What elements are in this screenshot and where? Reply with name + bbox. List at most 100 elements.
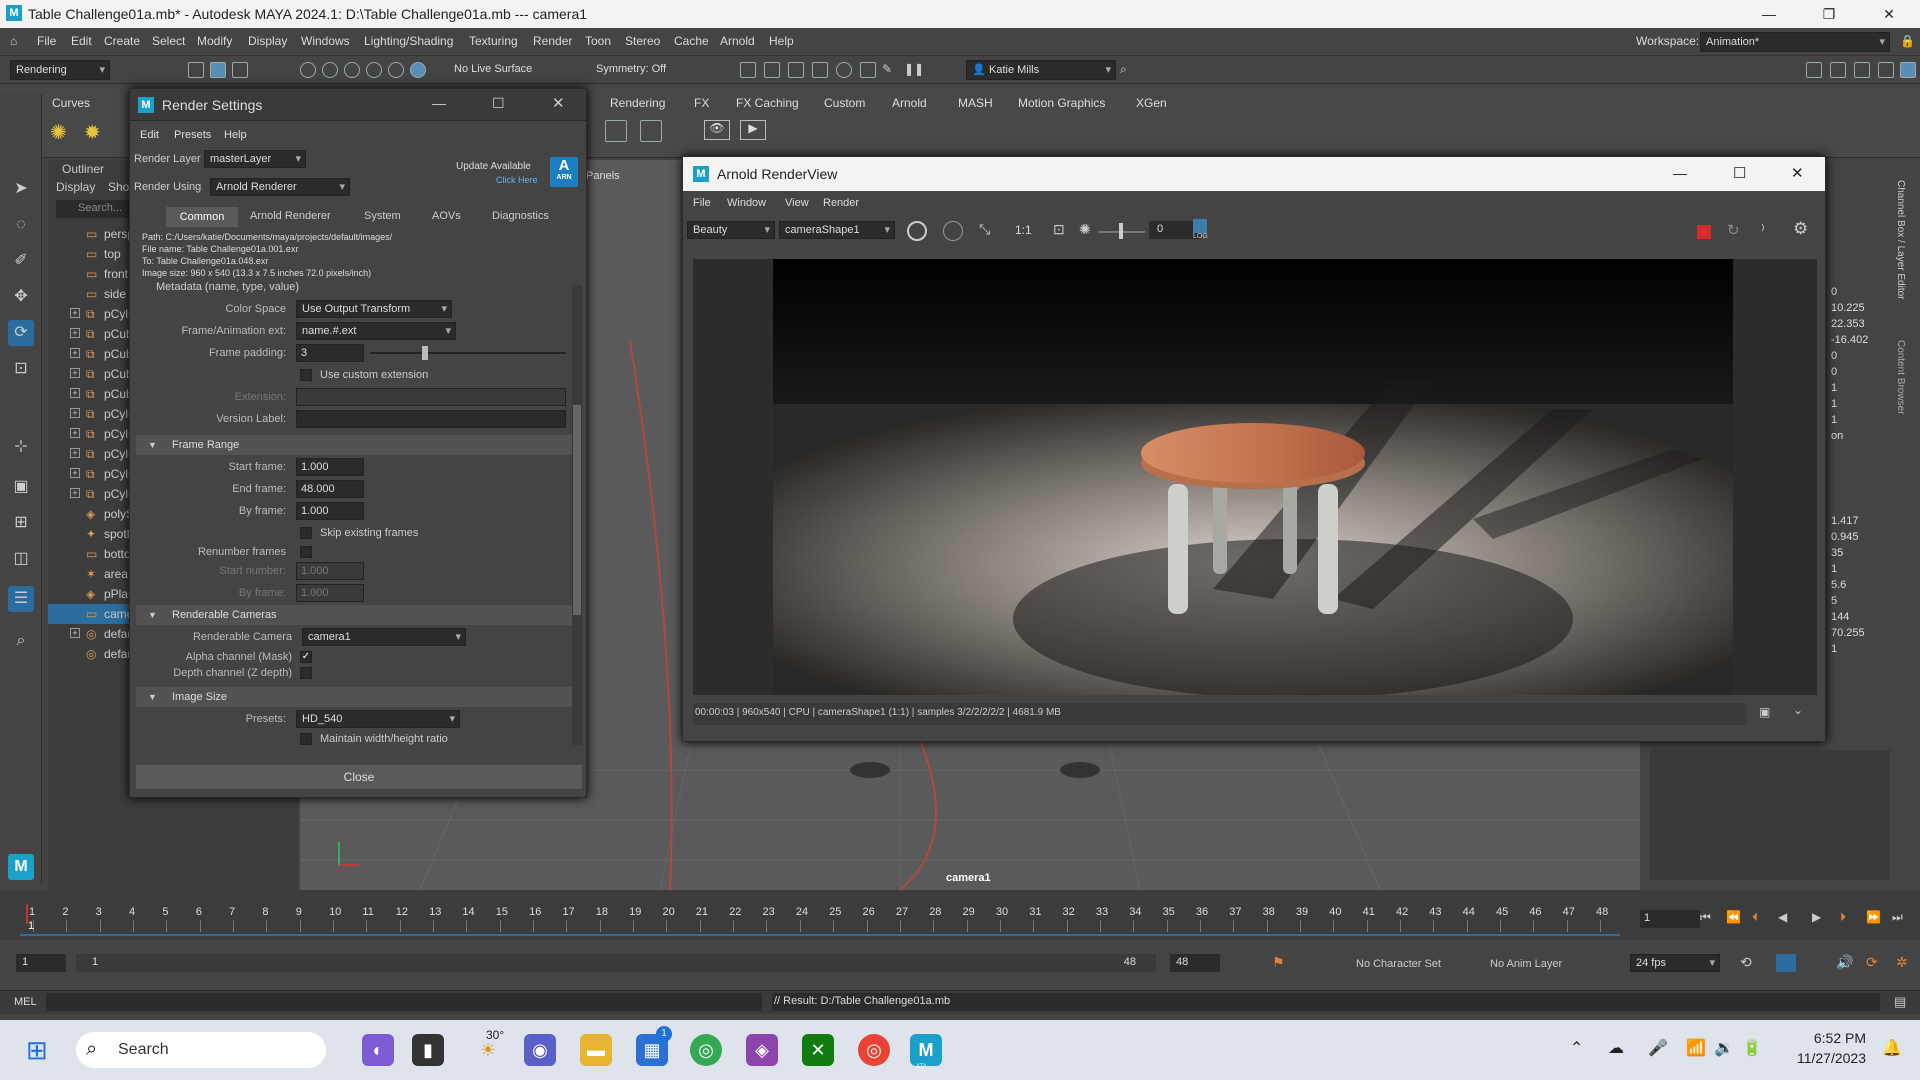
user-account-dropdown[interactable]: Katie Mills bbox=[966, 60, 1116, 80]
depth-channel-checkbox[interactable] bbox=[300, 667, 312, 679]
four-view-icon[interactable]: ⊞ bbox=[8, 510, 34, 536]
skip-existing-checkbox[interactable] bbox=[300, 527, 312, 539]
menu-file[interactable]: File bbox=[37, 34, 56, 48]
lock-icon[interactable]: 🔒 bbox=[1900, 34, 1915, 48]
last-tool-icon[interactable]: ⊹ bbox=[8, 434, 34, 460]
tab-diagnostics[interactable]: Diagnostics bbox=[492, 210, 549, 222]
paint-select-icon[interactable]: ✐ bbox=[8, 248, 34, 274]
menu-select[interactable]: Select bbox=[152, 34, 185, 48]
channel-value[interactable]: 5 bbox=[1831, 595, 1837, 607]
move-tool-icon[interactable]: ✥ bbox=[8, 284, 34, 310]
menuset-dropdown[interactable]: Rendering bbox=[10, 60, 110, 80]
menu-texturing[interactable]: Texturing bbox=[469, 34, 518, 48]
shelf-play-icon[interactable]: ▶ bbox=[740, 120, 766, 140]
menu-arnold[interactable]: Arnold bbox=[720, 34, 755, 48]
rgb-channel-icon[interactable] bbox=[943, 221, 963, 241]
fps-dropdown[interactable]: 24 fps bbox=[1630, 954, 1720, 972]
taskbar-chrome-profile-icon[interactable]: ◎ bbox=[858, 1034, 890, 1066]
fit-frame-icon[interactable]: ⊡ bbox=[1053, 221, 1065, 238]
shelf-tab-curves[interactable]: Curves bbox=[52, 96, 90, 110]
two-view-icon[interactable]: ◫ bbox=[8, 546, 34, 572]
shelf-tab-fx-caching[interactable]: FX Caching bbox=[736, 96, 799, 110]
channel-value[interactable]: 1.417 bbox=[1831, 515, 1859, 527]
channel-value[interactable]: 144 bbox=[1831, 611, 1849, 623]
channel-value[interactable]: 0 bbox=[1831, 286, 1837, 298]
taskbar-chrome-icon[interactable]: ◎ bbox=[690, 1034, 722, 1066]
update-click-here-link[interactable]: Click Here bbox=[496, 175, 538, 185]
taskbar-app2-icon[interactable]: ◈ bbox=[746, 1034, 778, 1066]
go-to-end-icon[interactable]: ⏭ bbox=[1892, 910, 1903, 925]
tray-battery-icon[interactable]: 🔋 bbox=[1742, 1038, 1762, 1058]
menu-render[interactable]: Render bbox=[533, 34, 572, 48]
maintain-ratio-checkbox[interactable] bbox=[300, 733, 312, 745]
menu-toon[interactable]: Toon bbox=[585, 34, 611, 48]
live-surface-label[interactable]: No Live Surface bbox=[454, 63, 532, 75]
sound-icon[interactable]: 🔊 bbox=[1836, 954, 1853, 971]
tab-aovs[interactable]: AOVs bbox=[432, 210, 461, 222]
range-start-field[interactable]: 1 bbox=[16, 954, 66, 972]
channel-value[interactable]: 1 bbox=[1831, 643, 1837, 655]
log-icon[interactable] bbox=[1193, 219, 1207, 233]
play-forward-icon[interactable]: ▶ bbox=[1812, 910, 1821, 924]
menu-help[interactable]: Help bbox=[769, 34, 794, 48]
range-end-field[interactable]: 48 bbox=[1170, 954, 1220, 972]
end-frame-field[interactable]: 48.000 bbox=[296, 480, 364, 498]
shelf-tab-custom[interactable]: Custom bbox=[824, 96, 865, 110]
arnold-update-badge[interactable]: A ARN bbox=[550, 157, 578, 187]
rs-minimize-button[interactable]: — bbox=[432, 95, 446, 111]
rs-scrollbar-thumb[interactable] bbox=[573, 405, 581, 615]
expand-chevron-icon[interactable]: ⌄ bbox=[1793, 703, 1803, 717]
rs-maximize-button[interactable]: ☐ bbox=[492, 95, 505, 112]
settings-gear-icon[interactable]: ⚙ bbox=[1793, 219, 1808, 239]
channel-value[interactable]: 1 bbox=[1831, 398, 1837, 410]
play-backward-icon[interactable]: ◀ bbox=[1778, 910, 1787, 924]
menu-create[interactable]: Create bbox=[104, 34, 140, 48]
single-view-icon[interactable]: ▣ bbox=[8, 474, 34, 500]
renderable-cameras-section[interactable]: Renderable Cameras bbox=[136, 605, 576, 625]
tray-clock-date[interactable]: 11/27/2023 bbox=[1786, 1050, 1866, 1066]
tab-arnold-renderer[interactable]: Arnold Renderer bbox=[250, 210, 331, 222]
expand-icon[interactable]: + bbox=[70, 348, 80, 358]
content-browser-side-tab[interactable]: Content Browser bbox=[1895, 340, 1906, 414]
tab-system[interactable]: System bbox=[364, 210, 401, 222]
camera-dropdown[interactable]: cameraShape1 bbox=[779, 221, 895, 239]
rs-scrollbar[interactable] bbox=[572, 285, 582, 745]
arv-maximize-button[interactable]: ☐ bbox=[1733, 164, 1746, 182]
menu-lighting-shading[interactable]: Lighting/Shading bbox=[364, 34, 453, 48]
frame-padding-slider-handle[interactable] bbox=[422, 346, 428, 360]
frame-padding-field[interactable]: 3 bbox=[296, 344, 364, 362]
refresh-render-icon[interactable]: ↻ bbox=[1727, 221, 1740, 239]
shelf-area-light-icon[interactable]: ✹ bbox=[84, 120, 101, 145]
taskbar-file-explorer-icon[interactable]: ▬ bbox=[580, 1034, 612, 1066]
exposure-slider-handle[interactable] bbox=[1119, 223, 1123, 239]
menu-display[interactable]: Display bbox=[248, 34, 287, 48]
shelf-view-icon[interactable]: 👁 bbox=[704, 120, 730, 140]
rs-scroll-area[interactable]: Metadata (name, type, value) Color Space… bbox=[136, 281, 576, 847]
expand-icon[interactable]: + bbox=[70, 308, 80, 318]
mel-label[interactable]: MEL bbox=[14, 996, 37, 1008]
render-layer-dropdown[interactable]: masterLayer bbox=[204, 150, 306, 168]
taskbar-maya-icon[interactable]: M bbox=[910, 1034, 942, 1066]
arv-menu-view[interactable]: View bbox=[785, 197, 809, 209]
rs-close-button[interactable]: ✕ bbox=[552, 94, 565, 112]
menu-edit[interactable]: Edit bbox=[71, 34, 92, 48]
home-icon[interactable]: ⌂ bbox=[10, 34, 17, 48]
taskbar-premiere-icon[interactable]: ◐ bbox=[362, 1034, 394, 1066]
renderable-camera-dropdown[interactable]: camera1 bbox=[302, 628, 466, 646]
renumber-frames-checkbox[interactable] bbox=[300, 546, 312, 558]
select-by-object-icon[interactable] bbox=[210, 62, 226, 78]
tray-clock-time[interactable]: 6:52 PM bbox=[1786, 1030, 1866, 1046]
modeling-toolkit-icon[interactable] bbox=[1806, 62, 1822, 78]
snap-grid-icon[interactable] bbox=[300, 62, 316, 78]
menu-windows[interactable]: Windows bbox=[301, 34, 350, 48]
channel-value[interactable]: 0.945 bbox=[1831, 531, 1859, 543]
cache-playback-icon[interactable] bbox=[1776, 954, 1796, 972]
shelf-tab-arnold[interactable]: Arnold bbox=[892, 96, 927, 110]
render-settings-icon[interactable] bbox=[812, 62, 828, 78]
exposure-icon[interactable]: ✺ bbox=[1079, 221, 1091, 238]
channel-box-side-tab[interactable]: Channel Box / Layer Editor bbox=[1895, 180, 1906, 300]
snap-curve-icon[interactable] bbox=[322, 62, 338, 78]
rs-menu-edit[interactable]: Edit bbox=[140, 129, 159, 141]
frame-range-section[interactable]: Frame Range bbox=[136, 435, 576, 455]
channel-value[interactable]: 1 bbox=[1831, 382, 1837, 394]
